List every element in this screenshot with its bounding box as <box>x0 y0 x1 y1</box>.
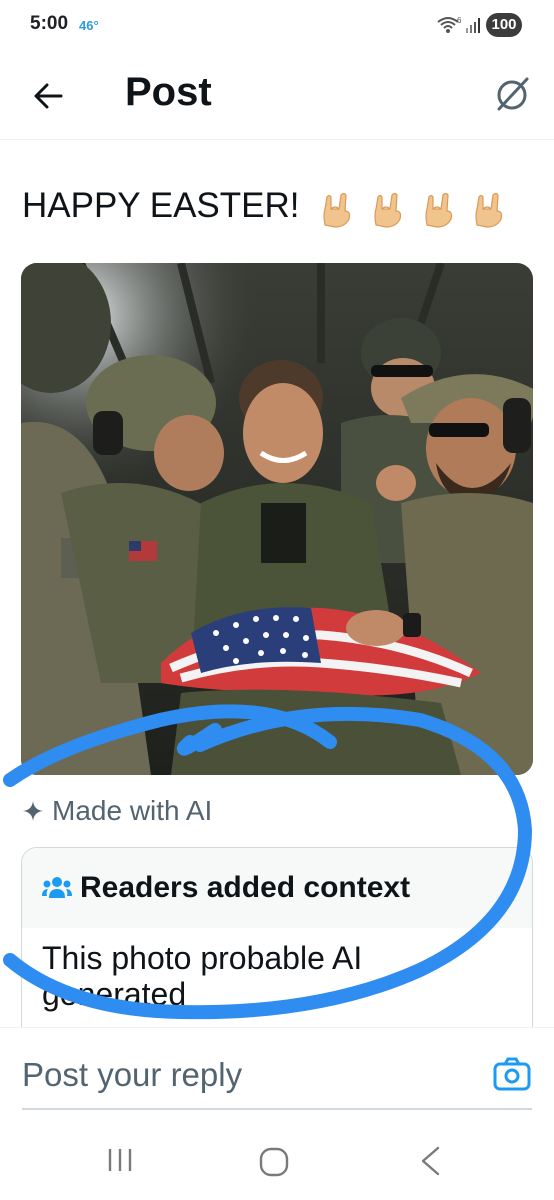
reply-bar: Post your reply <box>0 1027 554 1117</box>
community-note-header: Readers added context <box>22 848 532 928</box>
rock-on-hand-emoji <box>323 192 351 228</box>
status-temperature: 46° <box>79 18 99 33</box>
arrow-left-icon <box>34 83 63 109</box>
wifi-icon: 6 <box>437 16 462 33</box>
status-bar: 5:00 46° 6 100 <box>0 0 554 52</box>
status-time: 5:00 <box>30 13 69 34</box>
emoji-group <box>317 187 510 229</box>
nav-back-icon[interactable] <box>418 1145 442 1177</box>
people-icon <box>42 877 72 898</box>
made-with-ai-text: Made with AI <box>52 795 213 826</box>
made-with-ai-label[interactable]: Made with AI <box>22 795 212 827</box>
post-text: HAPPY EASTER! <box>22 186 510 229</box>
rock-on-hand-emoji <box>374 192 402 228</box>
reply-input[interactable]: Post your reply <box>22 1056 242 1094</box>
post-image-illustration <box>21 263 533 775</box>
sparkle-icon <box>23 801 43 821</box>
rock-on-hand-emoji <box>475 192 503 228</box>
grok-button[interactable] <box>488 70 536 118</box>
battery-indicator: 100 <box>486 13 522 37</box>
community-note-title: Readers added context <box>80 871 411 904</box>
grok-icon <box>497 77 529 111</box>
community-note-body: This photo probable AI generated <box>42 940 363 1012</box>
reply-divider <box>22 1108 532 1110</box>
page-title: Post <box>125 70 212 114</box>
home-icon[interactable] <box>259 1147 289 1177</box>
system-nav-bar <box>0 1117 554 1200</box>
wifi-label: 6 <box>457 16 462 25</box>
back-button[interactable] <box>26 74 70 118</box>
signal-icon <box>466 18 480 33</box>
rock-on-hand-emoji <box>425 192 452 228</box>
post-image[interactable] <box>21 263 533 775</box>
post-text-content: HAPPY EASTER! <box>22 186 300 225</box>
recents-icon[interactable] <box>105 1147 135 1173</box>
top-app-bar: Post <box>0 52 554 140</box>
camera-icon[interactable] <box>493 1056 531 1092</box>
